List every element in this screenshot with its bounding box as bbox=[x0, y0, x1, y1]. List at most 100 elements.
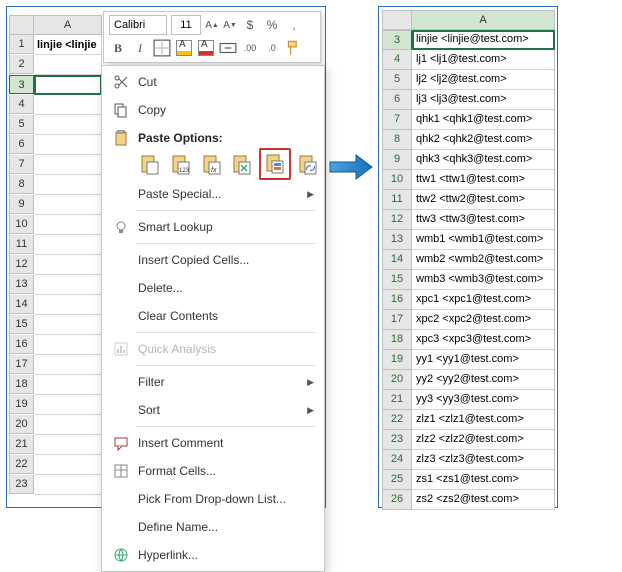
menu-paste-special[interactable]: Paste Special... ▶ bbox=[102, 180, 324, 208]
merge-center-button[interactable] bbox=[219, 39, 237, 57]
cell[interactable]: zs1 <zs1@test.com> bbox=[412, 470, 555, 490]
row-header[interactable]: 2 bbox=[9, 55, 34, 74]
italic-button[interactable]: I bbox=[131, 39, 149, 57]
bold-button[interactable]: B bbox=[109, 39, 127, 57]
menu-filter[interactable]: Filter ▶ bbox=[102, 368, 324, 396]
cell[interactable] bbox=[34, 95, 102, 115]
row-header[interactable]: 1 bbox=[9, 35, 34, 54]
row-header[interactable]: 17 bbox=[382, 310, 412, 330]
cell[interactable] bbox=[34, 195, 102, 215]
cell[interactable] bbox=[34, 175, 102, 195]
row-header[interactable]: 12 bbox=[382, 210, 412, 230]
cell[interactable] bbox=[34, 375, 102, 395]
row-header[interactable]: 9 bbox=[9, 195, 34, 214]
cell[interactable] bbox=[34, 455, 102, 475]
row-header[interactable]: 13 bbox=[382, 230, 412, 250]
row-header[interactable]: 13 bbox=[9, 275, 34, 294]
cell[interactable]: qhk2 <qhk2@test.com> bbox=[412, 130, 555, 150]
cell[interactable]: xpc1 <xpc1@test.com> bbox=[412, 290, 555, 310]
menu-insert-copied[interactable]: Insert Copied Cells... bbox=[102, 246, 324, 274]
row-header[interactable]: 10 bbox=[382, 170, 412, 190]
row-header[interactable]: 21 bbox=[382, 390, 412, 410]
menu-pick-list[interactable]: Pick From Drop-down List... bbox=[102, 485, 324, 513]
row-header[interactable]: 3 bbox=[9, 75, 34, 94]
currency-format-button[interactable]: $ bbox=[241, 16, 259, 34]
row-header[interactable]: 11 bbox=[382, 190, 412, 210]
cell[interactable]: lj3 <lj3@test.com> bbox=[412, 90, 555, 110]
cell[interactable]: zs2 <zs2@test.com> bbox=[412, 490, 555, 510]
cell[interactable] bbox=[34, 255, 102, 275]
cell[interactable] bbox=[34, 415, 102, 435]
cell[interactable]: yy2 <yy2@test.com> bbox=[412, 370, 555, 390]
row-header[interactable]: 16 bbox=[9, 335, 34, 354]
cell[interactable] bbox=[34, 235, 102, 255]
row-header[interactable]: 8 bbox=[9, 175, 34, 194]
paste-formulas[interactable]: fx bbox=[198, 151, 226, 179]
menu-smart-lookup[interactable]: Smart Lookup bbox=[102, 213, 324, 241]
paste-formatting[interactable] bbox=[259, 148, 291, 180]
row-header[interactable]: 18 bbox=[9, 375, 34, 394]
cell[interactable]: ttw1 <ttw1@test.com> bbox=[412, 170, 555, 190]
menu-copy[interactable]: Copy bbox=[102, 96, 324, 124]
row-header[interactable]: 12 bbox=[9, 255, 34, 274]
cell[interactable]: lj1 <lj1@test.com> bbox=[412, 50, 555, 70]
increase-font-icon[interactable]: A▲ bbox=[205, 16, 219, 34]
select-all-corner[interactable] bbox=[9, 15, 34, 35]
paste-default[interactable] bbox=[136, 151, 164, 179]
row-header[interactable]: 11 bbox=[9, 235, 34, 254]
cell[interactable] bbox=[34, 315, 102, 335]
paste-link[interactable] bbox=[294, 151, 322, 179]
menu-format-cells[interactable]: Format Cells... bbox=[102, 457, 324, 485]
cell[interactable]: linjie <linjie@test.com> bbox=[412, 30, 555, 50]
row-header[interactable]: 24 bbox=[382, 450, 412, 470]
borders-button[interactable] bbox=[153, 39, 171, 57]
font-size-input[interactable] bbox=[171, 15, 201, 35]
row-header[interactable]: 23 bbox=[9, 475, 34, 494]
row-header[interactable]: 25 bbox=[382, 470, 412, 490]
cell[interactable]: xpc2 <xpc2@test.com> bbox=[412, 310, 555, 330]
row-header[interactable]: 21 bbox=[9, 435, 34, 454]
cell[interactable] bbox=[34, 215, 102, 235]
font-color-button[interactable] bbox=[197, 39, 215, 57]
row-header[interactable]: 4 bbox=[382, 50, 412, 70]
cell[interactable] bbox=[34, 155, 102, 175]
row-header[interactable]: 6 bbox=[382, 90, 412, 110]
row-header[interactable]: 23 bbox=[382, 430, 412, 450]
menu-delete[interactable]: Delete... bbox=[102, 274, 324, 302]
cell[interactable]: yy3 <yy3@test.com> bbox=[412, 390, 555, 410]
row-header[interactable]: 18 bbox=[382, 330, 412, 350]
font-name-input[interactable] bbox=[109, 15, 167, 35]
row-header[interactable]: 5 bbox=[382, 70, 412, 90]
cell[interactable]: xpc3 <xpc3@test.com> bbox=[412, 330, 555, 350]
row-header[interactable]: 16 bbox=[382, 290, 412, 310]
menu-define-name[interactable]: Define Name... bbox=[102, 513, 324, 541]
cell[interactable]: qhk1 <qhk1@test.com> bbox=[412, 110, 555, 130]
row-header[interactable]: 22 bbox=[9, 455, 34, 474]
column-header-a[interactable]: A bbox=[412, 10, 555, 30]
cell[interactable]: wmb1 <wmb1@test.com> bbox=[412, 230, 555, 250]
percent-format-button[interactable]: % bbox=[263, 16, 281, 34]
decrease-decimal-button[interactable]: .00 bbox=[241, 39, 259, 57]
row-header[interactable]: 14 bbox=[9, 295, 34, 314]
cell[interactable]: ttw2 <ttw2@test.com> bbox=[412, 190, 555, 210]
row-header[interactable]: 26 bbox=[382, 490, 412, 510]
cell[interactable] bbox=[34, 55, 102, 75]
increase-decimal-button[interactable]: .0 bbox=[263, 39, 281, 57]
decrease-font-icon[interactable]: A▼ bbox=[223, 16, 237, 34]
cell[interactable]: lj2 <lj2@test.com> bbox=[412, 70, 555, 90]
row-header[interactable]: 19 bbox=[9, 395, 34, 414]
row-header[interactable]: 17 bbox=[9, 355, 34, 374]
cell[interactable] bbox=[34, 115, 102, 135]
menu-hyperlink[interactable]: Hyperlink... bbox=[102, 541, 324, 569]
row-header[interactable]: 15 bbox=[382, 270, 412, 290]
row-header[interactable]: 7 bbox=[9, 155, 34, 174]
cell[interactable] bbox=[34, 475, 102, 495]
cell[interactable] bbox=[34, 75, 102, 95]
row-header[interactable]: 5 bbox=[9, 115, 34, 134]
cell[interactable]: wmb3 <wmb3@test.com> bbox=[412, 270, 555, 290]
menu-insert-comment[interactable]: Insert Comment bbox=[102, 429, 324, 457]
row-header[interactable]: 14 bbox=[382, 250, 412, 270]
cell[interactable]: yy1 <yy1@test.com> bbox=[412, 350, 555, 370]
paste-values[interactable]: 123 bbox=[167, 151, 195, 179]
row-header[interactable]: 10 bbox=[9, 215, 34, 234]
